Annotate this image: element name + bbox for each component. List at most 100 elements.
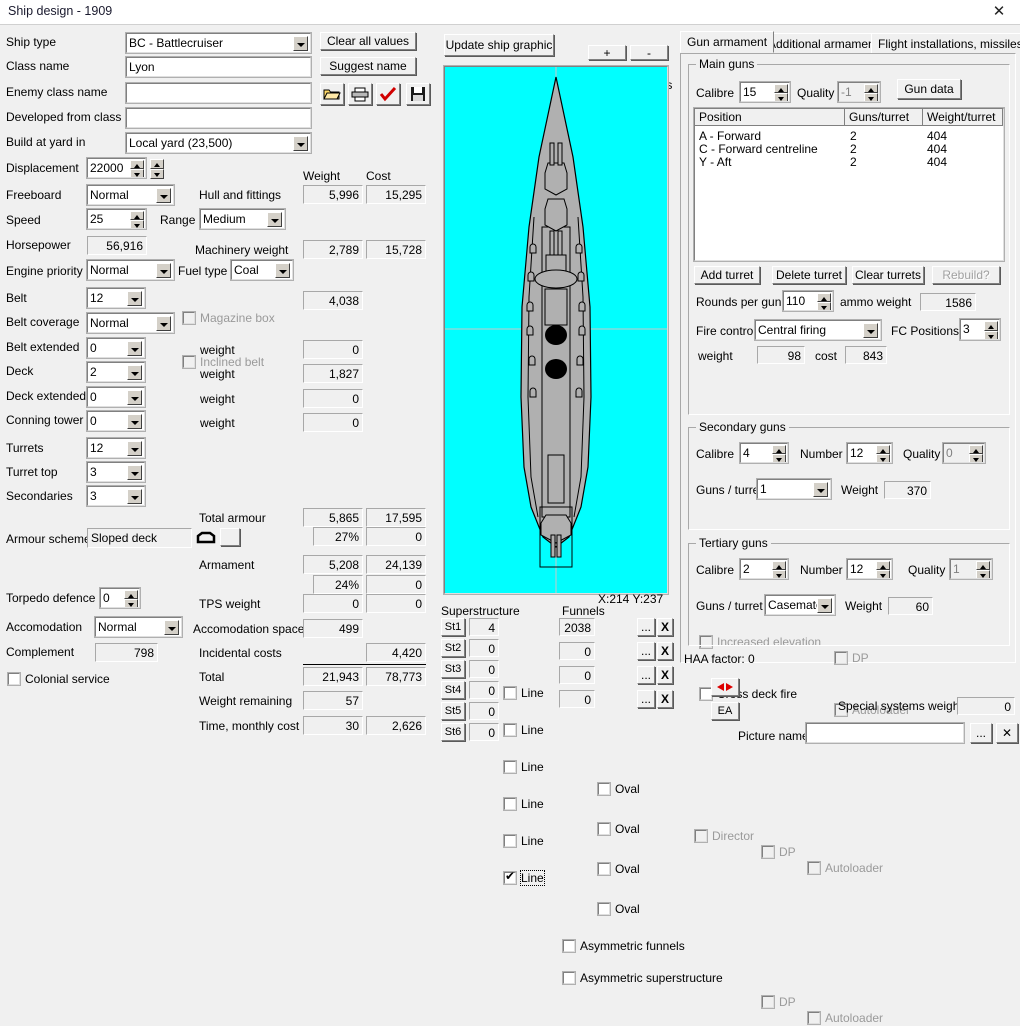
range-select[interactable]: Medium [199, 208, 286, 230]
flip-left-right-icon[interactable] [711, 678, 739, 696]
funnel-value[interactable]: 0 [559, 642, 595, 660]
funnel-browse-button[interactable]: ... [637, 642, 655, 660]
superstructure-value[interactable]: 0 [469, 660, 499, 678]
asymmetric-funnels-checkbox[interactable]: Asymmetric funnels [562, 938, 713, 954]
zoom-out-button[interactable]: - [630, 45, 668, 60]
deck-select[interactable]: 2 [86, 361, 146, 383]
secondary-quality-input[interactable]: 0 [942, 442, 986, 464]
add-turret-button[interactable]: Add turret [694, 266, 760, 284]
chevron-down-icon[interactable] [156, 188, 171, 203]
tertiary-guns-per-turret-select[interactable]: Casemate: [764, 594, 836, 616]
build-at-yard-select[interactable]: Local yard (23,500) [125, 132, 312, 154]
superstructure-button-st2[interactable]: St2 [441, 639, 465, 657]
zoom-in-button[interactable]: + [588, 45, 626, 60]
belt-coverage-select[interactable]: Normal [86, 312, 175, 334]
chevron-down-icon[interactable] [127, 341, 142, 356]
main-calibre-input[interactable]: 15 [739, 81, 791, 103]
tertiary-calibre-input[interactable]: 2 [739, 558, 789, 580]
secondary-calibre-stepper[interactable] [772, 445, 786, 462]
checkbox-box[interactable] [503, 869, 517, 885]
deck-extended-select[interactable]: 0 [86, 386, 146, 408]
superstructure-line-checkbox[interactable]: Line [503, 869, 556, 886]
funnel-oval-checkbox[interactable]: Oval [597, 861, 648, 877]
main-calibre-stepper[interactable] [774, 84, 788, 101]
belt-extended-select[interactable]: 0 [86, 337, 146, 359]
funnel-oval-checkbox[interactable]: Oval [597, 901, 648, 917]
chevron-down-icon[interactable] [293, 136, 308, 151]
tab-gun-armament[interactable]: Gun armament [680, 31, 775, 53]
superstructure-line-checkbox[interactable]: Line [503, 722, 556, 738]
class-name-input[interactable]: Lyon [125, 56, 312, 78]
save-disk-icon[interactable] [406, 83, 430, 105]
belt-select[interactable]: 12 [86, 287, 146, 309]
checkbox-box[interactable] [503, 760, 517, 774]
chevron-down-icon[interactable] [293, 36, 308, 51]
torpedo-defence-input[interactable]: 0 [99, 587, 141, 609]
checkbox-box[interactable] [503, 686, 517, 700]
chevron-down-icon[interactable] [127, 441, 142, 456]
superstructure-value[interactable]: 0 [469, 702, 499, 720]
col-weight-per-turret[interactable]: Weight/turret [923, 109, 1003, 126]
chevron-down-icon[interactable] [863, 323, 878, 338]
displacement-input[interactable]: 22000 [86, 157, 147, 179]
picture-clear-button[interactable]: ✕ [996, 723, 1018, 743]
checkbox-box[interactable] [597, 862, 611, 876]
chevron-down-icon[interactable] [127, 414, 142, 429]
funnel-value[interactable]: 0 [559, 666, 595, 684]
rounds-per-gun-stepper[interactable] [817, 293, 831, 310]
armour-scheme-button[interactable] [220, 528, 240, 546]
chevron-down-icon[interactable] [817, 598, 832, 613]
chevron-down-icon[interactable] [127, 489, 142, 504]
enemy-class-name-input[interactable] [125, 82, 312, 104]
turret-list[interactable]: Position Guns/turret Weight/turret A - F… [693, 107, 1005, 262]
fc-positions-input[interactable]: 3 [959, 318, 1001, 341]
checkbox-box[interactable] [562, 939, 576, 953]
displacement-stepper-2[interactable] [148, 158, 164, 179]
superstructure-button-st4[interactable]: St4 [441, 681, 465, 699]
accomodation-select[interactable]: Normal [94, 616, 183, 638]
suggest-name-button[interactable]: Suggest name [320, 57, 416, 75]
speed-stepper[interactable] [130, 211, 144, 228]
funnel-clear-button[interactable]: X [657, 642, 673, 660]
engine-priority-select[interactable]: Normal [86, 259, 175, 281]
picture-browse-button[interactable]: ... [970, 723, 992, 743]
superstructure-value[interactable]: 0 [469, 681, 499, 699]
chevron-down-icon[interactable] [127, 291, 142, 306]
secondary-number-stepper[interactable] [876, 445, 890, 462]
rounds-per-gun-input[interactable]: 110 [782, 290, 834, 312]
chevron-down-icon[interactable] [156, 316, 171, 331]
gun-data-button[interactable]: Gun data [897, 79, 961, 99]
checkbox-box[interactable] [7, 672, 21, 686]
chevron-down-icon[interactable] [813, 482, 828, 497]
asymmetric-superstructure-checkbox[interactable]: Asymmetric superstructure [562, 970, 743, 986]
secondary-guns-per-turret-select[interactable]: 1 [756, 478, 832, 500]
tab-flight-installations-missiles[interactable]: Flight installations, missiles [871, 33, 1020, 54]
superstructure-value[interactable]: 0 [469, 639, 499, 657]
torpedo-defence-stepper[interactable] [124, 590, 138, 607]
table-row[interactable]: A - Forward 2 404 [695, 129, 1003, 143]
ship-graphic-canvas[interactable] [443, 65, 669, 595]
superstructure-value[interactable]: 4 [469, 618, 499, 636]
secondaries-select[interactable]: 3 [86, 485, 146, 507]
check-icon[interactable] [376, 83, 400, 105]
funnel-value[interactable]: 0 [559, 690, 595, 708]
checkbox-box[interactable] [597, 902, 611, 916]
checkbox-box[interactable] [503, 797, 517, 811]
funnel-oval-checkbox[interactable]: Oval [597, 821, 648, 837]
tertiary-calibre-stepper[interactable] [772, 561, 786, 578]
table-row[interactable]: Y - Aft 2 404 [695, 155, 1003, 169]
superstructure-button-st3[interactable]: St3 [441, 660, 465, 678]
freeboard-select[interactable]: Normal [86, 184, 175, 206]
print-icon[interactable] [348, 83, 372, 105]
tab-additional-armament[interactable]: Additional armament [761, 33, 886, 54]
colonial-service-checkbox[interactable]: Colonial service [7, 671, 148, 688]
funnel-oval-checkbox[interactable]: Oval [597, 781, 648, 797]
chevron-down-icon[interactable] [267, 212, 282, 227]
update-ship-graphic-button[interactable]: Update ship graphic [444, 34, 554, 56]
chevron-down-icon[interactable] [127, 365, 142, 380]
delete-turret-button[interactable]: Delete turret [772, 266, 846, 284]
checkbox-box[interactable] [597, 782, 611, 796]
turrets-select[interactable]: 12 [86, 437, 146, 459]
superstructure-value[interactable]: 0 [469, 723, 499, 741]
superstructure-button-st6[interactable]: St6 [441, 723, 465, 741]
